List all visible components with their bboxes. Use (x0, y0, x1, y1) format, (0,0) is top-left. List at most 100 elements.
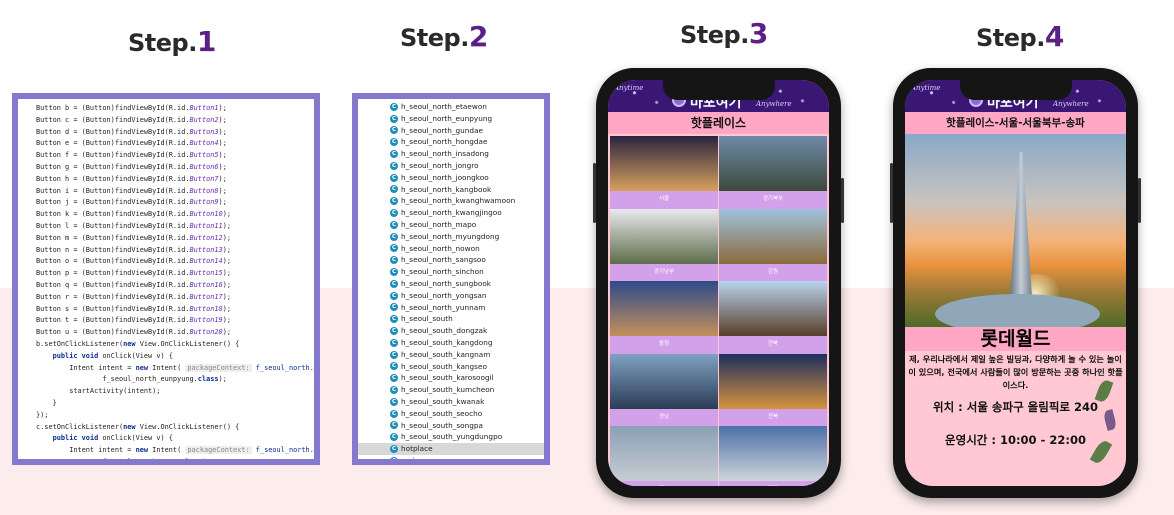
code-line: Button b = (Button)findViewById(R.id.But… (36, 104, 227, 112)
step3-title: Step.3 (680, 17, 768, 50)
phone-screen: Anytime 마포여기 Anywhere 핫플레이스 서울 경기북부 경기남부 강원… (608, 80, 829, 486)
file-item[interactable]: Ch_seoul_south_karosoogil (358, 372, 544, 384)
file-item[interactable]: Ch_seoul_north_nowon (358, 243, 544, 255)
phone-notch (959, 80, 1072, 100)
file-item-label: h_seoul_north_kwangjingoo (401, 208, 502, 218)
region-photo (719, 281, 827, 336)
code-line: Button f = (Button)findViewById(R.id.But… (36, 151, 227, 160)
file-item-label: h_seoul_south_yungdungpo (401, 432, 503, 442)
file-item[interactable]: Ch_seoul_north_jongro (358, 160, 544, 172)
code-line: f_seoul_north_eunpyung.class); (36, 375, 227, 384)
file-item[interactable]: Ch_seoul_north_mapo (358, 219, 544, 231)
class-file-icon: C (390, 327, 398, 336)
file-item-label: h_seoul_south_dongzak (401, 326, 488, 336)
region-label: 경남 (610, 408, 718, 426)
region-label: 경기북부 (719, 191, 827, 209)
region-row: 충청 전북 (610, 281, 827, 354)
file-item[interactable]: Ch_seoul_north_myungdong (358, 231, 544, 243)
class-file-icon: C (390, 102, 398, 111)
file-item[interactable]: Chotplace (358, 443, 544, 455)
class-file-icon: C (390, 303, 398, 312)
code-line: Button k = (Button)findViewById(R.id.But… (36, 210, 232, 219)
file-item[interactable]: Ch_seoul_north_sangsoo (358, 254, 544, 266)
class-file-icon: C (390, 150, 398, 159)
code-line: Button n = (Button)findViewById(R.id.But… (36, 245, 232, 254)
file-item[interactable]: Ch_seoul_north_gundae (358, 125, 544, 137)
photo-tower-shape (1009, 152, 1033, 312)
region-grid: 서울경기북부경기남부강원충청전북경남전북전남제주 (610, 136, 827, 486)
file-item[interactable]: Ch_seoul_north_yongsan (358, 290, 544, 302)
file-item[interactable]: Ch_seoul_north_etaewon (358, 101, 544, 113)
file-item[interactable]: Cmain (358, 455, 544, 465)
file-item[interactable]: Ch_seoul_north_kangbook (358, 184, 544, 196)
class-file-icon: C (390, 185, 398, 194)
region-button[interactable]: 경남 (610, 353, 718, 426)
file-item[interactable]: Ch_seoul_north_insadong (358, 148, 544, 160)
region-button[interactable]: 전북 (719, 281, 827, 354)
file-item-label: h_seoul_north_hongdae (401, 137, 488, 147)
project-file-list-panel[interactable]: Ch_seoul_north_etaewon Ch_seoul_north_eun… (352, 93, 550, 465)
class-file-icon: C (390, 173, 398, 182)
region-label: 제주 (719, 481, 827, 486)
region-button[interactable]: 충청 (610, 281, 718, 354)
file-item-label: h_seoul_north_myungdong (401, 231, 500, 241)
class-file-icon: C (390, 220, 398, 229)
file-item[interactable]: Ch_seoul_north_sungbook (358, 278, 544, 290)
file-item[interactable]: Ch_seoul_south_kangdong (358, 337, 544, 349)
region-button[interactable]: 전북 (719, 353, 827, 426)
file-item[interactable]: Ch_seoul_south_kwanak (358, 396, 544, 408)
file-item[interactable]: Ch_seoul_north_joongkoo (358, 172, 544, 184)
region-button[interactable]: 제주 (719, 426, 827, 486)
file-item-label: h_seoul_north_eunpyung (401, 113, 493, 123)
region-button[interactable]: 경기남부 (610, 208, 718, 281)
file-item[interactable]: Ch_seoul_north_hongdae (358, 136, 544, 148)
code-editor-panel[interactable]: Button b = (Button)findViewById(R.id.But… (12, 93, 320, 465)
code-line: Button c = (Button)findViewById(R.id.But… (36, 115, 227, 124)
file-item[interactable]: Ch_seoul_north_yunnam (358, 302, 544, 314)
file-item[interactable]: Ch_seoul_south_dongzak (358, 325, 544, 337)
region-photo (610, 208, 718, 264)
file-item-label: h_seoul_south_kangnam (401, 349, 491, 359)
file-list: Ch_seoul_north_etaewon Ch_seoul_north_eun… (358, 99, 544, 465)
code-line: b.setOnClickListener(new View.OnClickLis… (36, 339, 240, 348)
file-item[interactable]: Ch_seoul_south_yungdungpo (358, 431, 544, 443)
region-photo (719, 353, 827, 409)
file-item[interactable]: Ch_seoul_north_kwangjingoo (358, 207, 544, 219)
code-line: Button o = (Button)findViewById(R.id.But… (36, 257, 232, 266)
file-item[interactable]: Ch_seoul_south_kumcheon (358, 384, 544, 396)
step2-prefix: Step. (400, 24, 469, 52)
file-item[interactable]: Ch_seoul_south_kangnam (358, 349, 544, 361)
class-file-icon: C (390, 197, 398, 206)
header-anytime-text: Anytime (614, 84, 644, 92)
file-item[interactable]: Ch_seoul_south (358, 313, 544, 325)
file-item-label: main (401, 455, 420, 465)
region-button[interactable]: 강원 (719, 208, 827, 281)
region-row: 경기남부 강원 (610, 208, 827, 281)
file-item-label: h_seoul_south_songpa (401, 420, 483, 430)
file-item[interactable]: Ch_seoul_south_songpa (358, 420, 544, 432)
file-item[interactable]: Ch_seoul_north_sinchon (358, 266, 544, 278)
region-row: 전남제주 (610, 426, 827, 486)
place-description-line: 이 있으며, 전국에서 사람들이 많이 방문하는 곳중 하나인 핫플 (908, 367, 1123, 377)
code-line: Button q = (Button)findViewById(R.id.But… (36, 280, 232, 289)
file-item[interactable]: Ch_seoul_south_kangseo (358, 361, 544, 373)
phone-step4: Anytime 마포여기 Anywhere 핫플레이스-서울-서울북부-송파 롯… (890, 68, 1141, 498)
header-anywhere-text: Anywhere (1053, 100, 1089, 108)
region-photo (719, 208, 827, 264)
step1-prefix: Step. (128, 29, 197, 57)
file-item[interactable]: Ch_seoul_north_eunpyung (358, 113, 544, 125)
file-item[interactable]: Ch_seoul_south_seocho (358, 408, 544, 420)
header-anytime-text: Anytime (911, 84, 941, 92)
region-button[interactable]: 전남 (610, 426, 718, 486)
region-button[interactable]: 서울 (610, 136, 718, 209)
code-editor-text[interactable]: Button b = (Button)findViewById(R.id.But… (18, 99, 314, 459)
class-file-icon: C (390, 350, 398, 359)
code-line: Button s = (Button)findViewById(R.id.But… (36, 304, 232, 313)
file-item[interactable]: Ch_seoul_north_kwanghwamoon (358, 195, 544, 207)
class-file-icon: C (390, 232, 398, 241)
class-file-icon: C (390, 456, 398, 464)
region-row: 서울 경기북부 (610, 136, 827, 209)
region-button[interactable]: 경기북부 (719, 136, 827, 209)
region-row: 경남 전북 (610, 353, 827, 426)
class-file-icon: C (390, 209, 398, 218)
